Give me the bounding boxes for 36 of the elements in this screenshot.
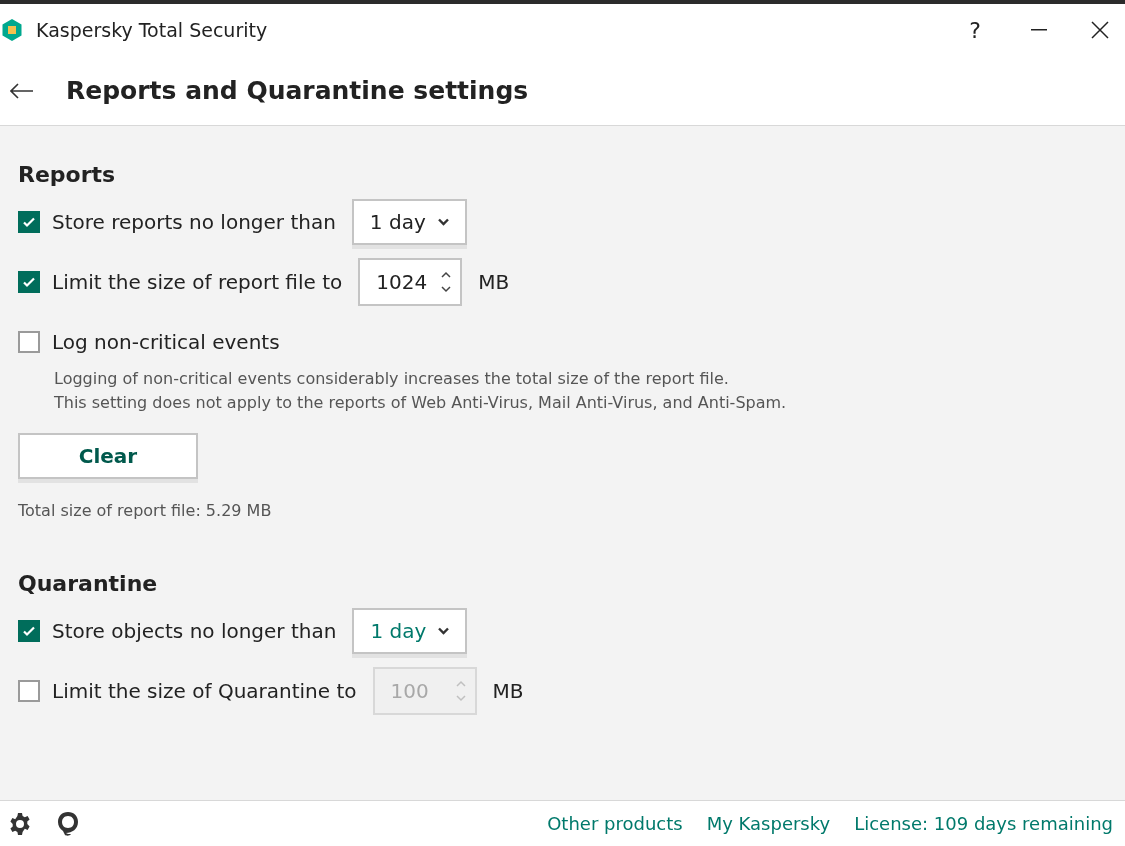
report-size-text: Total size of report file: 5.29 MB (18, 500, 273, 522)
help-button[interactable]: ? (947, 6, 1003, 54)
checkmark-icon (22, 275, 36, 289)
support-icon (56, 810, 80, 837)
back-arrow-icon (10, 82, 34, 99)
unit-label: MB (492, 678, 524, 705)
unit-label: MB (478, 269, 510, 296)
settings-icon (8, 811, 32, 836)
checkbox[interactable] (18, 211, 40, 233)
description-text: Logging of non-critical events considerably increases the total size of the report file. (54, 368, 730, 390)
section-title: Reports (18, 161, 117, 189)
checkbox[interactable] (18, 620, 40, 642)
close-icon (1091, 21, 1109, 39)
checkbox[interactable] (18, 271, 40, 293)
checkmark-icon (22, 215, 36, 229)
up-down-arrows-icon (440, 269, 453, 295)
option-label: Log non-critical events (52, 329, 280, 356)
page-title: Reports and Quarantine settings (66, 74, 529, 107)
minimize-icon (1031, 29, 1047, 31)
option-label: Store objects no longer than (52, 618, 337, 645)
size-spinbox[interactable]: 1024 (358, 258, 463, 306)
section-title: Quarantine (18, 570, 159, 598)
footer-link[interactable]: License: 109 days remaining (854, 810, 1113, 837)
option-label: Limit the size of report file to (52, 269, 343, 296)
chevron-down-icon (437, 218, 449, 226)
checkbox[interactable] (18, 331, 40, 353)
window-title: Kaspersky Total Security (36, 17, 268, 43)
shield-logo-icon (2, 19, 22, 41)
footer-link[interactable]: My Kaspersky (706, 810, 831, 837)
up-down-arrows-icon (454, 678, 467, 704)
option-label: Limit the size of Quarantine to (52, 678, 357, 705)
option-label: Store reports no longer than (52, 209, 336, 236)
chevron-down-icon (438, 627, 450, 635)
checkmark-icon (22, 624, 36, 638)
description-text: This setting does not apply to the reports of Web Anti-Virus, Mail Anti-Virus, and Anti-Spam. (54, 392, 788, 414)
footer-link[interactable]: Other products (547, 810, 683, 837)
